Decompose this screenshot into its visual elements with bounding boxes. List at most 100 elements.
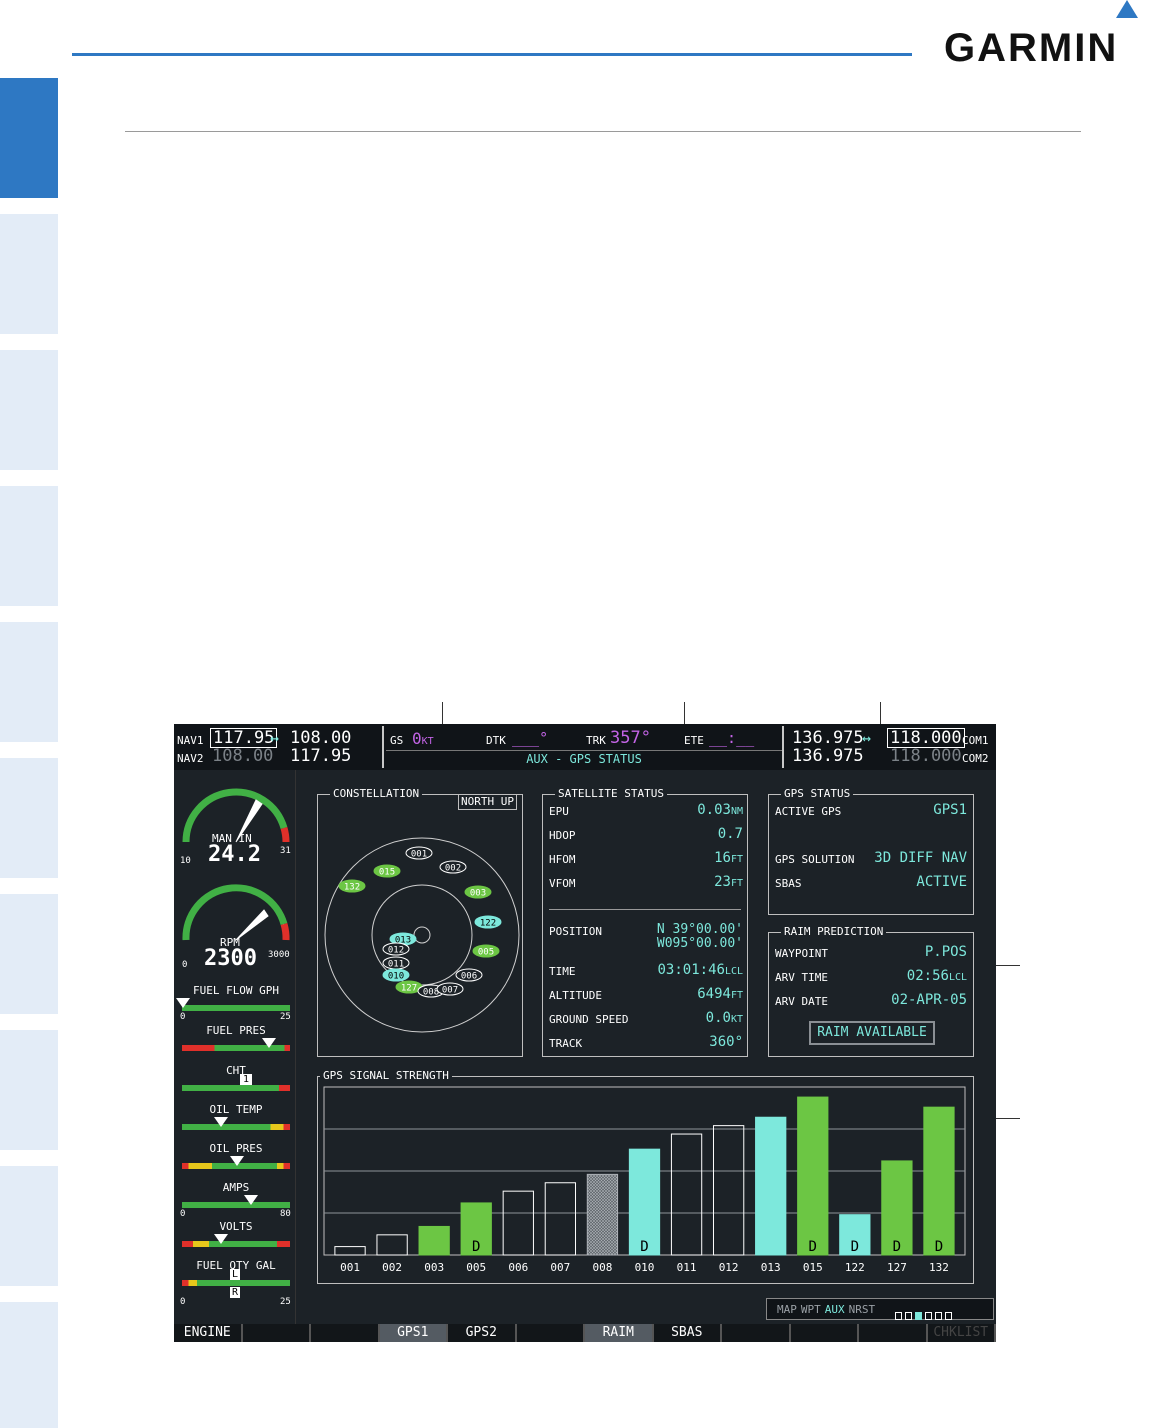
rpm-min: 0 — [182, 960, 188, 970]
satellite-label: 011 — [388, 960, 404, 970]
fuel-qty-max: 25 — [280, 1297, 291, 1307]
satellite-label: 012 — [388, 946, 404, 956]
section-tab-3[interactable] — [0, 350, 58, 470]
nav1-swap-arrow[interactable]: ↔ — [270, 729, 279, 747]
section-tab-9[interactable] — [0, 1166, 58, 1286]
horizon-ring — [324, 837, 520, 1033]
arv-time-value[interactable]: 02:56LCL — [907, 968, 967, 984]
fuel-qty-left: L — [230, 1269, 241, 1280]
nav1-active-freq[interactable]: 117.95 — [210, 728, 278, 748]
tick-label-003: 003 — [424, 1261, 444, 1274]
softkey-gps1[interactable]: GPS1 — [379, 1324, 448, 1342]
signal-bar-007 — [544, 1182, 577, 1256]
com1-active-freq[interactable]: 118.000 — [887, 728, 965, 748]
nav2-active-freq[interactable]: 108.00 — [212, 746, 273, 766]
altitude-unit: FT — [730, 990, 743, 1001]
fuel-flow-label: FUEL FLOW GPH — [192, 984, 280, 997]
tick-label-001: 001 — [340, 1261, 360, 1274]
sbas-label: SBAS — [775, 877, 802, 890]
nav2-standby-freq[interactable]: 117.95 — [290, 746, 351, 766]
page-title-bar: AUX - GPS STATUS — [386, 750, 782, 768]
hfom-number: 16 — [714, 850, 731, 866]
tick-label-127: 127 — [887, 1261, 907, 1274]
section-tab-10[interactable] — [0, 1302, 58, 1428]
nav1-standby-freq[interactable]: 108.00 — [290, 728, 351, 748]
com1-label: COM1 — [962, 734, 989, 747]
fuel-pres-gauge: FUEL PRES — [180, 1024, 292, 1060]
hfom-value: 16FT — [714, 850, 743, 866]
softkey-chklist[interactable]: CHKLIST — [927, 1324, 996, 1342]
softkey-blank-3[interactable] — [311, 1324, 380, 1342]
cht-gauge: CHT 1 — [180, 1064, 292, 1100]
signal-bar-012 — [712, 1125, 745, 1256]
tick-label-002: 002 — [382, 1261, 402, 1274]
ground-speed-number: 0.0 — [705, 1010, 731, 1026]
rpm-max: 3000 — [268, 950, 290, 960]
section-tab-8[interactable] — [0, 1030, 58, 1150]
softkey-blank-6[interactable] — [516, 1324, 585, 1342]
section-tab-4[interactable] — [0, 486, 58, 606]
rpm-needle — [235, 909, 269, 941]
tick-label-010: 010 — [635, 1261, 655, 1274]
softkey-blank-11[interactable] — [859, 1324, 928, 1342]
fuel-qty-bar — [182, 1280, 290, 1286]
fuel-qty-right: R — [230, 1287, 241, 1298]
logo-text: GARMIN — [944, 26, 1119, 70]
waypoint-value[interactable]: P.POS — [925, 944, 967, 960]
section-tabs — [0, 0, 58, 1428]
softkey-gps2[interactable]: GPS2 — [448, 1324, 517, 1342]
gps-solution-label: GPS SOLUTION — [775, 853, 855, 866]
tick-label-132: 132 — [929, 1261, 949, 1274]
diff-flag-132: D — [935, 1239, 943, 1255]
constellation-title: CONSTELLATION — [330, 786, 423, 802]
com2-standby-freq[interactable]: 136.975 — [792, 746, 864, 766]
track-value: 360° — [709, 1034, 743, 1050]
top-bar: NAV1 117.95 ↔ 108.00 NAV2 108.00 117.95 … — [174, 724, 996, 770]
fuel-flow-gauge: FUEL FLOW GPH 0 25 — [176, 984, 292, 1022]
vfom-number: 23 — [714, 874, 731, 890]
section-tab-6[interactable] — [0, 758, 58, 878]
time-number: 03:01:46 — [657, 962, 725, 978]
page-group-aux: AUX — [824, 1303, 845, 1316]
signal-strength-panel: GPS SIGNAL STRENGTH 001 002 003 D 005 006 007 0… — [317, 1068, 974, 1284]
page-group-wpt: WPT — [800, 1303, 821, 1316]
north-up-button[interactable]: NORTH UP — [458, 794, 517, 810]
raim-available-button[interactable]: RAIM AVAILABLE — [809, 1021, 935, 1045]
satellite-label: 122 — [480, 919, 496, 929]
active-gps-value: GPS1 — [933, 802, 967, 818]
oil-temp-gauge: OIL TEMP — [180, 1103, 292, 1139]
section-tab-5[interactable] — [0, 622, 58, 742]
satellite-label: 002 — [445, 864, 461, 874]
amps-min: 0 — [180, 1209, 186, 1219]
com1-swap-arrow[interactable]: ↔ — [862, 729, 871, 747]
softkey-sbas[interactable]: SBAS — [653, 1324, 722, 1342]
gps-status-panel: GPS STATUS ACTIVE GPS GPS1 GPS SOLUTION … — [768, 786, 974, 915]
com1-standby-freq[interactable]: 136.975 — [792, 728, 864, 748]
softkey-blank-10[interactable] — [790, 1324, 859, 1342]
com2-active-freq[interactable]: 118.000 — [890, 746, 962, 766]
page-group-indicator: MAP WPT AUX NRST — [766, 1298, 994, 1320]
arv-date-value[interactable]: 02-APR-05 — [891, 992, 967, 1008]
softkey-blank-9[interactable] — [722, 1324, 791, 1342]
satellite-001: 001 — [405, 846, 433, 860]
sbas-value: ACTIVE — [916, 874, 967, 890]
softkey-engine[interactable]: ENGINE — [174, 1324, 243, 1342]
time-unit: LCL — [724, 966, 743, 977]
arv-time-label: ARV TIME — [775, 971, 828, 984]
section-tab-7[interactable] — [0, 894, 58, 1014]
section-tab-2[interactable] — [0, 214, 58, 334]
tick-label-005: 005 — [466, 1261, 486, 1274]
top-bar-separator-right — [782, 726, 784, 768]
man-in-value: 24.2 — [208, 842, 261, 867]
position-lat: N 39°00.00' — [656, 922, 743, 937]
satellite-label: 001 — [411, 850, 427, 860]
softkey-raim[interactable]: RAIM — [585, 1324, 654, 1342]
tick-label-008: 008 — [592, 1261, 612, 1274]
active-gps-label: ACTIVE GPS — [775, 805, 842, 818]
hfom-unit: FT — [730, 854, 743, 865]
softkey-blank-2[interactable] — [242, 1324, 311, 1342]
man-in-max: 31 — [280, 846, 291, 856]
satellite-011: 011 — [382, 956, 410, 970]
section-tab-1[interactable] — [0, 78, 58, 198]
oil-temp-label: OIL TEMP — [209, 1103, 263, 1116]
